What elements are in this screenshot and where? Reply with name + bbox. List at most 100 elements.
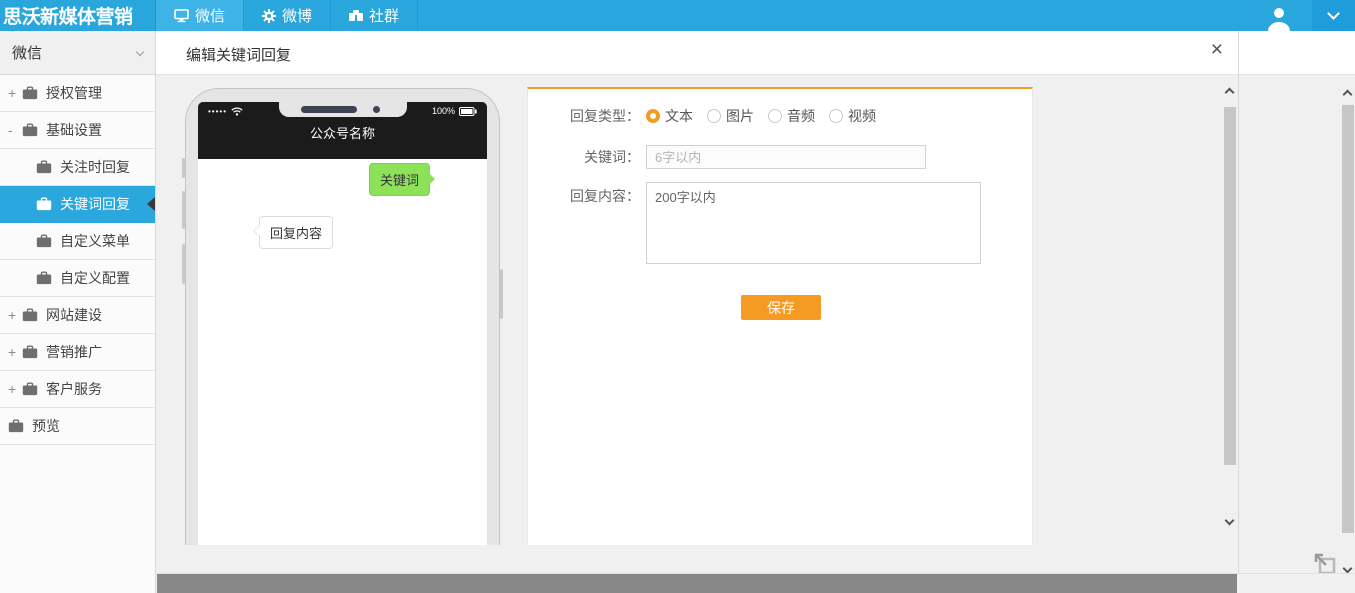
- battery-percent-label: 100%: [432, 106, 455, 116]
- user-icon: [1266, 4, 1292, 31]
- phone-statusbar: ••••• 100% 公众号名称: [198, 102, 487, 159]
- close-icon[interactable]: ×: [1211, 39, 1223, 60]
- radio-label: 图片: [726, 106, 754, 126]
- sidebar-item-label: 营销推广: [46, 342, 102, 362]
- folder-icon: [36, 271, 52, 285]
- sidebar-item-keyword-reply[interactable]: 关键词回复: [0, 186, 155, 223]
- chevron-down-icon: [1327, 7, 1340, 20]
- expand-plus-icon: +: [8, 381, 22, 397]
- sidebar-item-custom-config[interactable]: 自定义配置: [0, 260, 155, 297]
- phone-side-button: [182, 244, 185, 284]
- sidebar-item-label: 自定义菜单: [60, 231, 130, 251]
- keyword-row: 关键词：: [528, 145, 1032, 169]
- sidebar-item-label: 关注时回复: [60, 157, 130, 177]
- radio-selected-icon[interactable]: [646, 109, 660, 123]
- desktop-icon: [174, 9, 189, 23]
- user-menu-button[interactable]: [1246, 0, 1312, 31]
- radio-video[interactable]: 视频: [829, 106, 876, 126]
- topbar-right: [1246, 0, 1355, 31]
- reply-type-label: 回复类型：: [528, 106, 640, 126]
- sidebar-item-follow-reply[interactable]: 关注时回复: [0, 149, 155, 186]
- sidebar-item-label: 预览: [32, 416, 60, 436]
- sidebar-item-customer-service[interactable]: + 客户服务: [0, 371, 155, 408]
- folder-icon: [22, 86, 38, 100]
- battery-icon: [459, 107, 477, 116]
- scroll-up-icon[interactable]: [1225, 88, 1235, 98]
- phone-mockup: ••••• 100% 公众号名称: [185, 88, 500, 545]
- tab-label: 微信: [195, 5, 225, 26]
- phone-camera: [373, 106, 380, 113]
- active-item-marker: [147, 197, 155, 211]
- signal-strength-icon: •••••: [208, 107, 227, 116]
- page-scrollbar[interactable]: [1341, 85, 1355, 582]
- tab-wechat[interactable]: 微信: [156, 0, 244, 31]
- save-button[interactable]: 保存: [741, 295, 821, 320]
- modal-header: 编辑关键词回复 ×: [156, 31, 1355, 75]
- folder-icon: [22, 123, 38, 137]
- radio-icon[interactable]: [829, 109, 843, 123]
- expand-plus-icon: +: [8, 344, 22, 360]
- folder-icon: [36, 160, 52, 174]
- folder-icon: [22, 345, 38, 359]
- tab-weibo[interactable]: 微博: [244, 0, 331, 31]
- sidebar-item-marketing-promotion[interactable]: + 营销推广: [0, 334, 155, 371]
- app-logo: 思沃新媒体营销: [0, 0, 156, 31]
- keyword-input[interactable]: [646, 145, 926, 169]
- scrollbar-thumb[interactable]: [1224, 107, 1236, 465]
- sidebar-item-basic-settings[interactable]: - 基础设置: [0, 112, 155, 149]
- scroll-down-icon[interactable]: [1343, 564, 1353, 574]
- sidebar-item-label: 基础设置: [46, 120, 102, 140]
- sidebar-header-wechat[interactable]: 微信: [0, 31, 155, 75]
- panel-divider: [1238, 31, 1239, 593]
- modal-scrollbar[interactable]: [1222, 85, 1238, 532]
- sidebar-item-website-building[interactable]: + 网站建设: [0, 297, 155, 334]
- radio-label: 视频: [848, 106, 876, 126]
- keyword-reply-form: 回复类型： 文本 图片 音频 视频: [527, 87, 1033, 545]
- modal-content-viewport: ••••• 100% 公众号名称: [156, 75, 1222, 545]
- chevron-down-icon: [136, 47, 144, 55]
- sidebar-item-label: 自定义配置: [60, 268, 130, 288]
- radio-label: 音频: [787, 106, 815, 126]
- topbar-dropdown-button[interactable]: [1312, 0, 1355, 31]
- horizontal-scrollbar[interactable]: [156, 573, 1355, 593]
- sidebar-item-label: 客户服务: [46, 379, 102, 399]
- scroll-up-icon[interactable]: [1343, 90, 1353, 100]
- scrollbar-thumb[interactable]: [1342, 105, 1354, 533]
- reply-type-row: 回复类型： 文本 图片 音频 视频: [528, 106, 1032, 126]
- reply-content-textarea[interactable]: 200字以内: [646, 182, 981, 264]
- topbar: 思沃新媒体营销 微信 微博 社群: [0, 0, 1355, 31]
- folder-icon: [36, 234, 52, 248]
- sidebar-item-custom-menu[interactable]: 自定义菜单: [0, 223, 155, 260]
- expand-plus-icon: +: [8, 307, 22, 323]
- sidebar-item-label: 授权管理: [46, 83, 102, 103]
- page-title: 编辑关键词回复: [186, 44, 291, 65]
- keyword-label: 关键词：: [528, 147, 640, 167]
- tab-community[interactable]: 社群: [331, 0, 418, 31]
- tab-label: 微博: [282, 5, 312, 26]
- radio-audio[interactable]: 音频: [768, 106, 815, 126]
- scroll-down-icon[interactable]: [1225, 516, 1235, 526]
- gear-icon: [262, 9, 276, 23]
- app-root: 思沃新媒体营销 微信 微博 社群 微信 +: [0, 0, 1355, 593]
- official-account-title: 公众号名称: [198, 123, 487, 142]
- radio-label: 文本: [665, 106, 693, 126]
- sidebar-item-preview[interactable]: 预览: [0, 408, 155, 445]
- radio-icon[interactable]: [707, 109, 721, 123]
- radio-text[interactable]: 文本: [646, 106, 693, 126]
- phone-side-button: [182, 158, 185, 178]
- phone-screen: ••••• 100% 公众号名称: [198, 102, 487, 545]
- sidebar-item-auth-management[interactable]: + 授权管理: [0, 75, 155, 112]
- reply-content-row: 回复内容： 200字以内: [528, 182, 1032, 264]
- horizontal-scrollbar-thumb[interactable]: [157, 574, 1237, 593]
- folder-icon: [22, 382, 38, 396]
- folder-icon: [22, 308, 38, 322]
- main-area: 编辑关键词回复 × •••••: [156, 31, 1355, 593]
- phone-notch: [279, 102, 407, 117]
- phone-speaker: [301, 106, 357, 113]
- community-icon: [349, 9, 363, 22]
- radio-icon[interactable]: [768, 109, 782, 123]
- expand-plus-icon: +: [8, 85, 22, 101]
- phone-side-button: [500, 269, 503, 319]
- wifi-icon: [231, 107, 243, 116]
- radio-image[interactable]: 图片: [707, 106, 754, 126]
